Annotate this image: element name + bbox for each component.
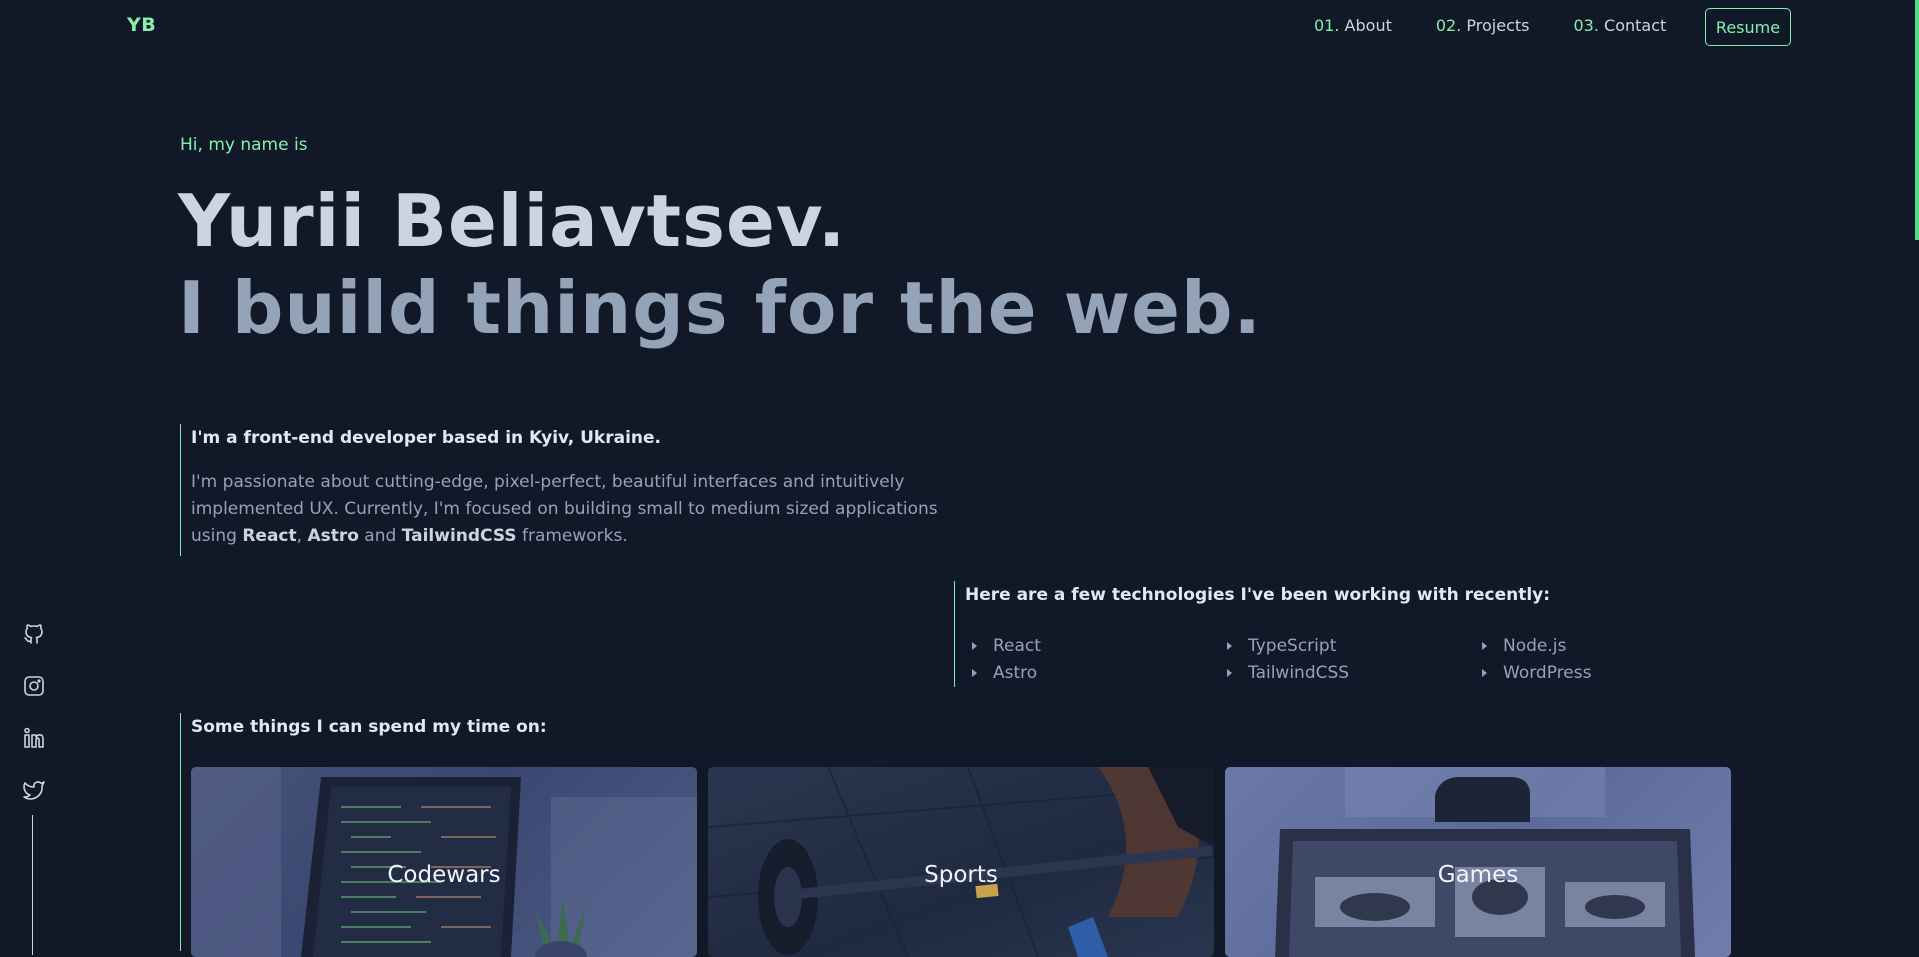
- bio-heading: I'm a front-end developer based in Kyiv,…: [191, 428, 662, 448]
- caret-right-icon: [1482, 669, 1487, 677]
- nav-link-label: Contact: [1604, 16, 1667, 35]
- tech-item: Astro: [965, 662, 1220, 684]
- hobby-card-codewars[interactable]: Codewars: [191, 767, 697, 957]
- site-logo[interactable]: YB: [127, 14, 156, 36]
- hero-name: Yurii Beliavtsev.: [178, 179, 847, 263]
- tech-item-label: Astro: [993, 663, 1038, 683]
- caret-right-icon: [1227, 669, 1232, 677]
- hobby-card-label: Games: [1437, 862, 1519, 888]
- instagram-icon: [24, 676, 44, 696]
- linkedin-icon: [24, 727, 44, 748]
- social-divider-line: [32, 815, 33, 955]
- nav-link-label: Projects: [1466, 16, 1530, 35]
- nav-link-number: 01.: [1314, 16, 1340, 35]
- nav-link-about[interactable]: 01. About: [1314, 16, 1392, 35]
- nav-link-number: 03.: [1573, 16, 1599, 35]
- tech-item: Node.js: [1475, 635, 1730, 657]
- tech-item-label: TypeScript: [1248, 636, 1337, 656]
- framework-react: React: [242, 526, 297, 546]
- technologies-list: React TypeScript Node.js Astro TailwindC…: [965, 635, 1774, 684]
- twitter-icon: [23, 781, 45, 800]
- hobby-cards: Codewars Sports Games: [191, 767, 1731, 957]
- framework-tailwind: TailwindCSS: [401, 526, 517, 546]
- hobbies-heading: Some things I can spend my time on:: [191, 717, 547, 737]
- twitter-link[interactable]: [22, 778, 46, 806]
- hobby-card-label: Sports: [924, 862, 998, 888]
- bio-separator: ,: [296, 526, 308, 546]
- hobby-card-games[interactable]: Games: [1225, 767, 1731, 957]
- nav-links: 01. About 02. Projects 03. Contact: [1314, 16, 1666, 35]
- tech-item-label: WordPress: [1503, 663, 1592, 683]
- hobby-card-label: Codewars: [387, 862, 501, 888]
- bio-text-part: frameworks.: [516, 526, 628, 546]
- instagram-link[interactable]: [22, 674, 46, 702]
- caret-right-icon: [1482, 642, 1487, 650]
- caret-right-icon: [972, 669, 977, 677]
- technologies-heading: Here are a few technologies I've been wo…: [965, 585, 1551, 605]
- tech-item: TypeScript: [1220, 635, 1475, 657]
- about-bio: I'm a front-end developer based in Kyiv,…: [180, 424, 940, 556]
- framework-astro: Astro: [307, 526, 359, 546]
- caret-right-icon: [1227, 642, 1232, 650]
- nav-link-label: About: [1344, 16, 1392, 35]
- bio-text: I'm passionate about cutting-edge, pixel…: [191, 469, 940, 550]
- tech-item: React: [965, 635, 1220, 657]
- github-icon: [24, 624, 43, 644]
- nav-link-number: 02.: [1435, 16, 1462, 35]
- resume-button[interactable]: Resume: [1705, 8, 1791, 46]
- social-links: [20, 622, 48, 806]
- nav-link-projects[interactable]: 02. Projects: [1436, 16, 1530, 35]
- hobby-card-sports[interactable]: Sports: [708, 767, 1214, 957]
- top-navbar: YB 01. About 02. Projects 03. Contact Re…: [0, 0, 1919, 52]
- tech-item-label: React: [993, 636, 1041, 656]
- linkedin-link[interactable]: [22, 726, 46, 754]
- tech-item-label: TailwindCSS: [1248, 663, 1350, 683]
- hero-tagline: I build things for the web.: [178, 266, 1262, 350]
- github-link[interactable]: [22, 622, 46, 650]
- tech-item-label: Node.js: [1503, 636, 1567, 656]
- hobbies-section: Some things I can spend my time on: Code…: [180, 713, 1740, 957]
- bio-separator: and: [358, 526, 402, 546]
- nav-link-contact[interactable]: 03. Contact: [1573, 16, 1666, 35]
- scroll-progress-indicator: [1915, 0, 1919, 240]
- technologies-section: Here are a few technologies I've been wo…: [954, 581, 1774, 687]
- hero-intro: Hi, my name is: [180, 135, 308, 155]
- caret-right-icon: [972, 642, 977, 650]
- tech-item: TailwindCSS: [1220, 662, 1475, 684]
- tech-item: WordPress: [1475, 662, 1730, 684]
